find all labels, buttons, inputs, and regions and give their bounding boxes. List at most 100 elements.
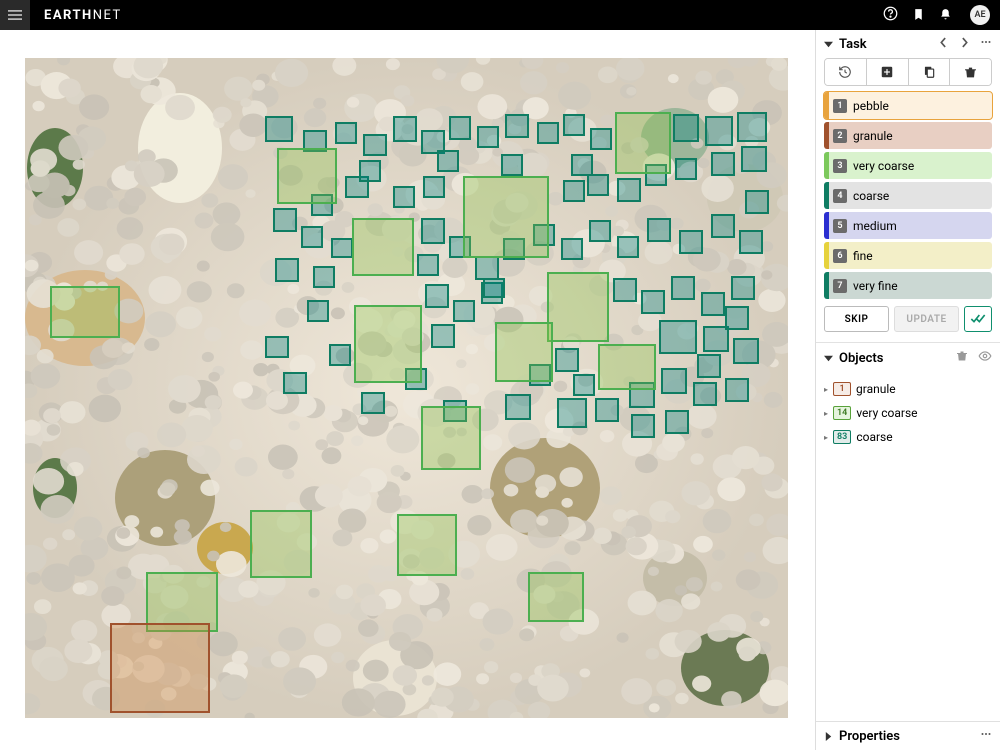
bbox-coarse[interactable] — [741, 146, 767, 172]
bbox-coarse[interactable] — [359, 160, 381, 182]
bbox-coarse[interactable] — [307, 300, 329, 322]
bbox-coarse[interactable] — [675, 158, 697, 180]
bbox-very-coarse[interactable] — [495, 322, 553, 382]
bbox-coarse[interactable] — [335, 122, 357, 144]
bbox-very-coarse[interactable] — [352, 218, 414, 276]
bbox-coarse[interactable] — [613, 278, 637, 302]
bbox-coarse[interactable] — [421, 218, 445, 244]
object-group-very-coarse[interactable]: ▸14very coarse — [824, 401, 992, 425]
bbox-coarse[interactable] — [555, 348, 579, 372]
bbox-coarse[interactable] — [505, 114, 529, 138]
update-button[interactable]: UPDATE — [894, 306, 959, 332]
bbox-coarse[interactable] — [631, 414, 655, 438]
bookmark-icon[interactable] — [912, 6, 925, 25]
bbox-very-coarse[interactable] — [598, 344, 656, 390]
bbox-coarse[interactable] — [477, 126, 499, 148]
class-item-granule[interactable]: 2granule — [824, 122, 992, 149]
add-button[interactable] — [867, 59, 909, 85]
bbox-coarse[interactable] — [265, 116, 293, 142]
bbox-very-coarse[interactable] — [354, 305, 422, 383]
objects-visibility-icon[interactable] — [978, 349, 992, 367]
bbox-very-coarse[interactable] — [250, 510, 312, 578]
bbox-coarse[interactable] — [537, 122, 559, 144]
confirm-button[interactable] — [964, 306, 992, 332]
bbox-coarse[interactable] — [273, 208, 297, 232]
skip-button[interactable]: SKIP — [824, 306, 889, 332]
annotation-canvas[interactable] — [25, 58, 788, 718]
bbox-granule[interactable] — [110, 623, 210, 713]
bbox-very-coarse[interactable] — [463, 176, 549, 258]
caret-down-icon[interactable] — [824, 354, 833, 363]
bbox-coarse[interactable] — [449, 116, 471, 140]
bbox-coarse[interactable] — [733, 338, 759, 364]
bbox-coarse[interactable] — [697, 354, 721, 378]
bbox-coarse[interactable] — [679, 230, 703, 254]
bbox-coarse[interactable] — [423, 176, 445, 198]
bbox-coarse[interactable] — [573, 374, 595, 396]
bbox-coarse[interactable] — [329, 344, 351, 366]
objects-delete-icon[interactable] — [956, 350, 968, 366]
bbox-coarse[interactable] — [725, 306, 749, 330]
bbox-coarse[interactable] — [617, 236, 639, 258]
bbox-coarse[interactable] — [665, 410, 689, 434]
bbox-coarse[interactable] — [705, 116, 733, 146]
bbox-coarse[interactable] — [561, 238, 583, 260]
bbox-coarse[interactable] — [417, 254, 439, 276]
class-item-very-fine[interactable]: 7very fine — [824, 272, 992, 299]
bbox-coarse[interactable] — [590, 128, 612, 150]
bbox-coarse[interactable] — [475, 256, 499, 280]
bbox-coarse[interactable] — [275, 258, 299, 282]
bbox-coarse[interactable] — [693, 382, 717, 406]
task-more-icon[interactable] — [980, 36, 992, 52]
bbox-coarse[interactable] — [711, 152, 735, 176]
bbox-coarse[interactable] — [725, 378, 749, 402]
bbox-coarse[interactable] — [283, 372, 307, 394]
bbox-coarse[interactable] — [673, 114, 699, 142]
bbox-coarse[interactable] — [393, 186, 415, 208]
class-item-very-coarse[interactable]: 3very coarse — [824, 152, 992, 179]
object-group-granule[interactable]: ▸1granule — [824, 377, 992, 401]
bbox-coarse[interactable] — [483, 278, 505, 298]
bell-icon[interactable] — [939, 6, 952, 25]
bbox-coarse[interactable] — [711, 214, 735, 238]
next-task-button[interactable] — [959, 37, 970, 52]
bbox-coarse[interactable] — [731, 276, 755, 300]
prev-task-button[interactable] — [938, 37, 949, 52]
bbox-coarse[interactable] — [453, 300, 475, 322]
bbox-coarse[interactable] — [361, 392, 385, 414]
bbox-coarse[interactable] — [671, 276, 695, 300]
bbox-very-coarse[interactable] — [615, 112, 671, 174]
copy-button[interactable] — [909, 59, 951, 85]
delete-button[interactable] — [950, 59, 991, 85]
bbox-coarse[interactable] — [563, 180, 585, 202]
caret-down-icon[interactable] — [824, 40, 833, 49]
bbox-coarse[interactable] — [745, 190, 769, 214]
bbox-coarse[interactable] — [701, 292, 725, 316]
bbox-very-coarse[interactable] — [277, 148, 337, 204]
bbox-coarse[interactable] — [557, 398, 587, 428]
bbox-very-coarse[interactable] — [397, 514, 457, 576]
bbox-coarse[interactable] — [265, 336, 289, 358]
avatar[interactable]: AE — [970, 5, 990, 25]
bbox-very-coarse[interactable] — [421, 406, 481, 470]
bbox-coarse[interactable] — [589, 220, 611, 242]
properties-more-icon[interactable] — [980, 728, 992, 744]
history-button[interactable] — [825, 59, 867, 85]
help-icon[interactable] — [883, 6, 898, 25]
bbox-coarse[interactable] — [393, 116, 417, 142]
bbox-coarse[interactable] — [571, 154, 593, 176]
bbox-coarse[interactable] — [641, 290, 665, 314]
bbox-coarse[interactable] — [737, 112, 767, 142]
bbox-coarse[interactable] — [331, 238, 353, 258]
class-item-coarse[interactable]: 4coarse — [824, 182, 992, 209]
caret-right-icon[interactable] — [824, 732, 833, 741]
bbox-coarse[interactable] — [425, 284, 449, 308]
bbox-coarse[interactable] — [563, 114, 585, 136]
bbox-coarse[interactable] — [659, 320, 697, 354]
class-item-medium[interactable]: 5medium — [824, 212, 992, 239]
bbox-coarse[interactable] — [363, 134, 387, 156]
bbox-coarse[interactable] — [313, 266, 335, 288]
bbox-coarse[interactable] — [647, 218, 671, 242]
bbox-coarse[interactable] — [595, 398, 619, 422]
bbox-coarse[interactable] — [437, 150, 459, 172]
